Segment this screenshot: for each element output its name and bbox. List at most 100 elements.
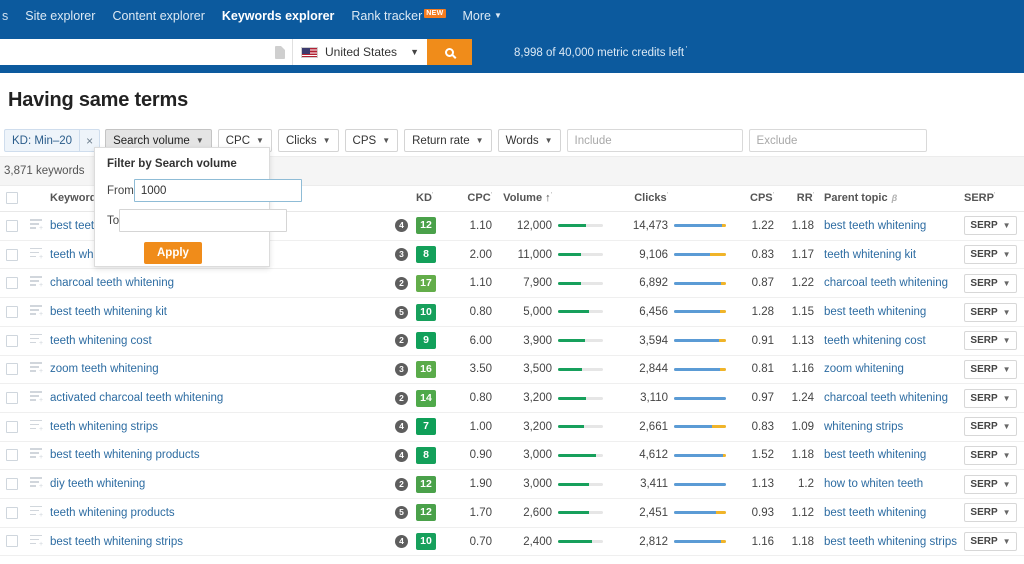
add-to-list-icon[interactable]: + <box>29 333 43 347</box>
filter-chip-return-rate[interactable]: Return rate ▼ <box>404 129 492 152</box>
nav-item-site-explorer[interactable]: Site explorer <box>25 9 95 23</box>
row-action-cell[interactable]: + <box>22 211 50 241</box>
parent-topic-link[interactable]: whitening strips <box>824 421 903 433</box>
parent-topic-link[interactable]: zoom whitening <box>824 363 904 375</box>
serp-button[interactable]: SERP ▼ <box>964 302 1017 322</box>
add-to-list-icon[interactable]: + <box>29 391 43 404</box>
table-row[interactable]: + charcoal teeth whitening 2 17 1.10 7,900 6,8… <box>0 268 1024 299</box>
row-checkbox[interactable] <box>6 535 18 548</box>
row-select-cell[interactable] <box>0 527 22 557</box>
nav-item-content-explorer[interactable]: Content explorer <box>112 9 204 23</box>
add-to-list-icon[interactable]: + <box>29 362 43 375</box>
keyword-link[interactable]: zoom teeth whitening <box>50 363 159 375</box>
row-checkbox[interactable] <box>6 449 18 462</box>
add-to-list-icon[interactable]: + <box>29 276 43 289</box>
add-to-list-icon[interactable]: + <box>29 477 43 490</box>
filter-chip-cps[interactable]: CPS ▼ <box>344 129 399 152</box>
row-action-cell[interactable]: + <box>22 297 50 327</box>
row-checkbox[interactable] <box>6 305 18 318</box>
row-select-cell[interactable] <box>0 441 22 471</box>
row-select-cell[interactable] <box>0 211 22 241</box>
row-checkbox[interactable] <box>6 248 18 261</box>
row-checkbox[interactable] <box>6 219 18 232</box>
serp-button[interactable]: SERP ▼ <box>964 417 1017 437</box>
keyword-link[interactable]: best teeth whitening products <box>50 449 200 461</box>
header-parent-topic[interactable]: Parent topic β <box>814 186 964 213</box>
serp-button[interactable]: SERP ▼ <box>964 388 1017 408</box>
header-clicks[interactable]: Clicks' <box>616 186 668 213</box>
serp-button[interactable]: SERP ▼ <box>964 503 1017 523</box>
parent-topic-link[interactable]: best teeth whitening <box>824 220 926 232</box>
table-row[interactable]: + diy teeth whitening 2 12 1.90 3,000 3,411 1.1… <box>0 469 1024 499</box>
row-checkbox[interactable] <box>6 420 18 433</box>
row-checkbox[interactable] <box>6 506 18 519</box>
row-action-cell[interactable]: + <box>22 355 50 385</box>
select-all-header[interactable] <box>0 186 22 213</box>
document-icon-cell[interactable] <box>268 39 292 65</box>
nav-item-more[interactable]: More ▼ <box>463 9 502 23</box>
keyword-link[interactable]: diy teeth whitening <box>50 478 145 490</box>
exclude-filter-input[interactable] <box>748 129 927 152</box>
serp-button[interactable]: SERP ▼ <box>964 445 1017 465</box>
nav-item-rank-tracker[interactable]: Rank tracker NEW <box>351 8 446 23</box>
table-row[interactable]: + best teeth whitening kit 5 10 0.80 5,000 6,4… <box>0 297 1024 327</box>
parent-topic-link[interactable]: best teeth whitening <box>824 449 926 461</box>
row-action-cell[interactable]: + <box>22 268 50 299</box>
parent-topic-link[interactable]: how to whiten teeth <box>824 478 923 490</box>
row-checkbox[interactable] <box>6 478 18 491</box>
header-cpc[interactable]: CPC' <box>450 186 492 213</box>
serp-button[interactable]: SERP ▼ <box>964 474 1017 494</box>
row-select-cell[interactable] <box>0 240 22 270</box>
search-button[interactable] <box>427 39 472 65</box>
serp-button[interactable]: SERP ▼ <box>964 216 1017 236</box>
header-cps[interactable]: CPS' <box>736 186 774 213</box>
row-action-cell[interactable]: + <box>22 326 50 356</box>
keyword-link[interactable]: charcoal teeth whitening <box>50 277 174 289</box>
apply-filter-button[interactable]: Apply <box>144 242 202 264</box>
search-volume-from-input[interactable] <box>133 179 302 202</box>
nav-item-keywords-explorer[interactable]: Keywords explorer <box>222 9 335 23</box>
filter-chip-words[interactable]: Words ▼ <box>497 129 561 152</box>
row-select-cell[interactable] <box>0 383 22 413</box>
add-to-list-icon[interactable]: + <box>29 218 43 232</box>
filter-chip-clicks[interactable]: Clicks ▼ <box>277 129 339 152</box>
parent-topic-link[interactable]: charcoal teeth whitening <box>824 392 948 404</box>
keyword-link[interactable]: teeth whitening cost <box>50 335 152 347</box>
search-volume-to-input[interactable] <box>119 209 288 232</box>
keyword-link[interactable]: teeth whitening strips <box>50 421 158 433</box>
keyword-link[interactable]: best teeth whitening strips <box>50 536 183 548</box>
keyword-link[interactable]: teeth whitening products <box>50 507 175 519</box>
row-action-cell[interactable]: + <box>22 441 50 471</box>
serp-button[interactable]: SERP ▼ <box>964 331 1017 351</box>
row-select-cell[interactable] <box>0 268 22 299</box>
table-row[interactable]: + best teeth whitening strips 4 10 0.70 2,400… <box>0 527 1024 557</box>
row-action-cell[interactable]: + <box>22 469 50 499</box>
table-row[interactable]: + activated charcoal teeth whitening 2 14 0.… <box>0 383 1024 413</box>
header-kd[interactable]: KD' <box>416 186 450 213</box>
table-row[interactable]: + best teeth whitening products 4 8 0.90 3,00… <box>0 441 1024 471</box>
add-to-list-icon[interactable]: + <box>29 247 43 261</box>
add-to-list-icon[interactable]: + <box>29 305 43 318</box>
header-volume[interactable]: Volume ↑' <box>492 186 552 213</box>
table-row[interactable]: + zoom teeth whitening 3 16 3.50 3,500 2,844 0.… <box>0 355 1024 385</box>
serp-button[interactable]: SERP ▼ <box>964 359 1017 379</box>
row-action-cell[interactable]: + <box>22 412 50 442</box>
add-to-list-icon[interactable]: + <box>29 448 43 461</box>
parent-topic-link[interactable]: charcoal teeth whitening <box>824 277 948 289</box>
row-select-cell[interactable] <box>0 412 22 442</box>
row-action-cell[interactable]: + <box>22 527 50 557</box>
serp-button[interactable]: SERP ▼ <box>964 245 1017 265</box>
row-action-cell[interactable]: + <box>22 498 50 528</box>
row-action-cell[interactable]: + <box>22 240 50 270</box>
table-row[interactable]: + teeth whitening strips 4 7 1.00 3,200 2,661 0… <box>0 412 1024 442</box>
row-select-cell[interactable] <box>0 326 22 356</box>
serp-button[interactable]: SERP ▼ <box>964 273 1017 293</box>
row-select-cell[interactable] <box>0 498 22 528</box>
row-select-cell[interactable] <box>0 297 22 327</box>
add-to-list-icon[interactable]: + <box>29 534 43 548</box>
row-checkbox[interactable] <box>6 363 18 376</box>
row-select-cell[interactable] <box>0 355 22 385</box>
add-to-list-icon[interactable]: + <box>29 505 43 519</box>
country-selector[interactable]: United States ▼ <box>292 39 427 65</box>
parent-topic-link[interactable]: teeth whitening kit <box>824 249 916 261</box>
